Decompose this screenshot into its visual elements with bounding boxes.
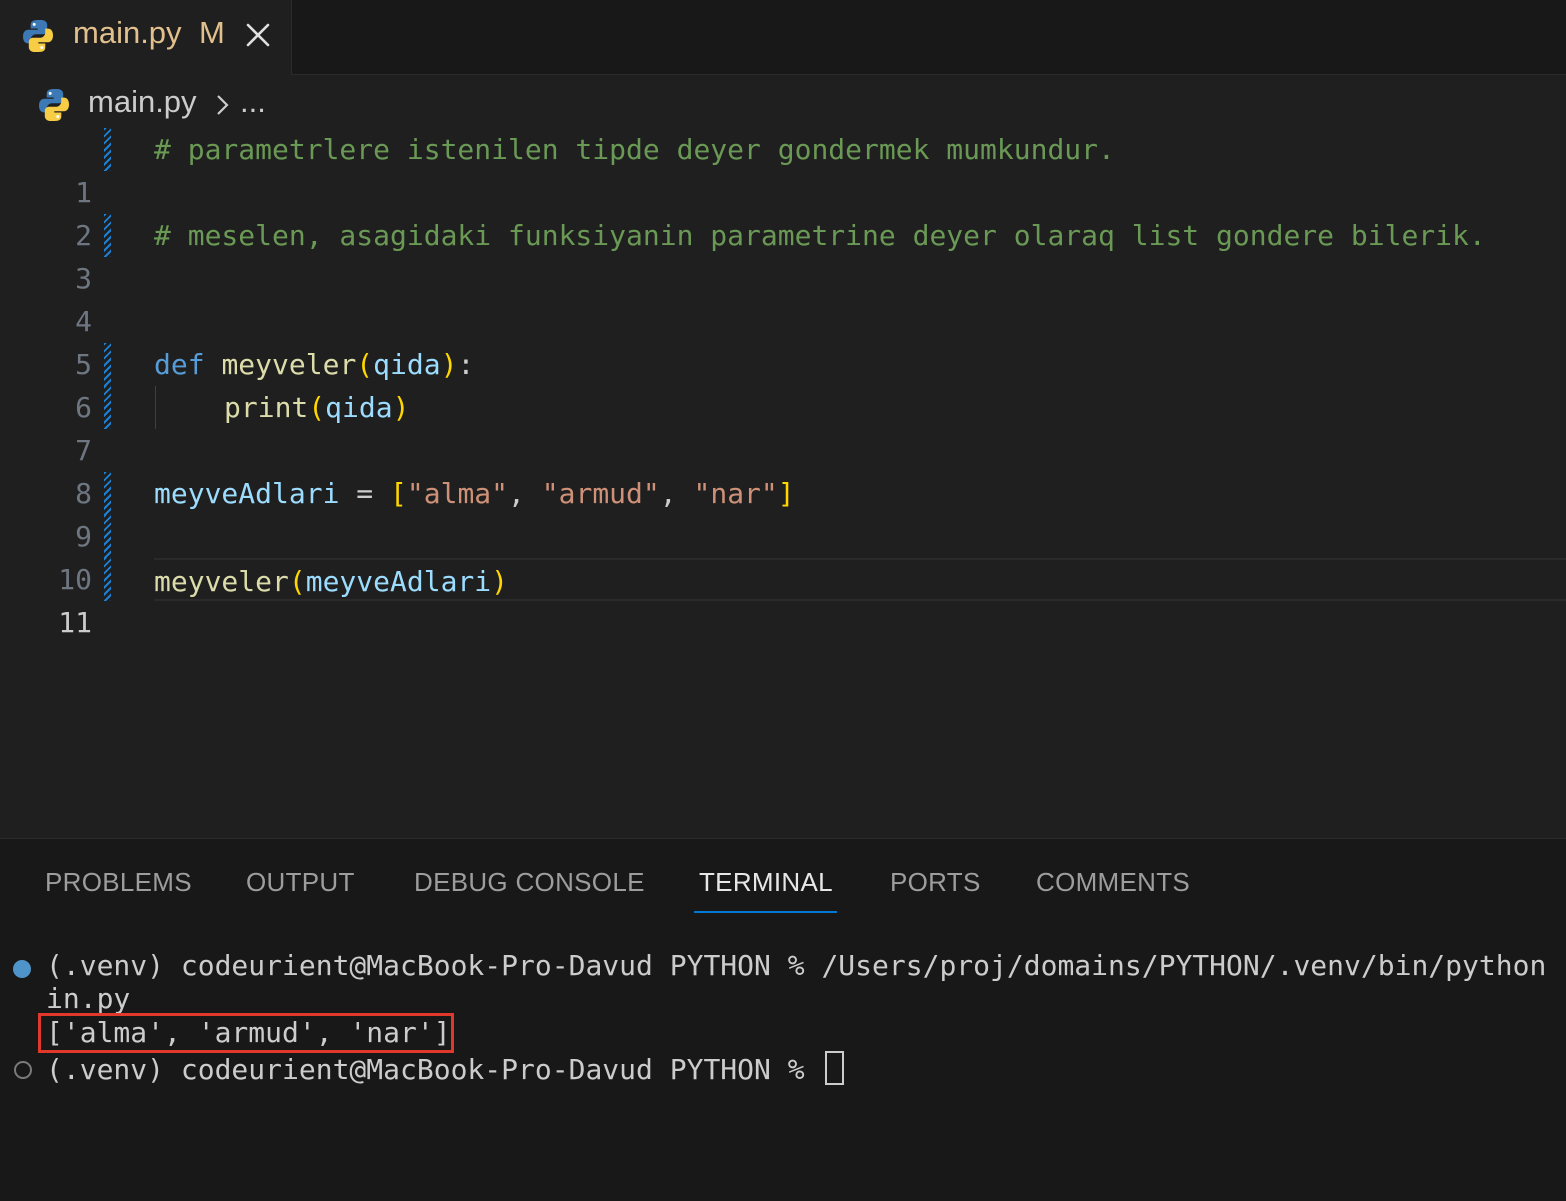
variable: meyveAdlari <box>305 565 492 598</box>
code-line: 6 def meyveler(qida): <box>0 343 1566 424</box>
active-tab-indicator <box>694 911 837 913</box>
command-pending-icon[interactable] <box>14 1061 32 1079</box>
code-line: 8 <box>0 429 1566 510</box>
string: "nar" <box>693 477 778 510</box>
code-line: 5 <box>0 300 1566 381</box>
terminal-command-line: (.venv) codeurient@MacBook-Pro-Davud PYT… <box>46 949 1547 982</box>
keyword: def <box>154 348 205 381</box>
python-file-icon <box>20 18 56 54</box>
tab-debug-console[interactable]: DEBUG CONSOLE <box>414 867 645 898</box>
code-line: 4 <box>0 257 1566 338</box>
code-editor[interactable]: 1 # parametrlere istenilen tipde deyer g… <box>0 128 1566 838</box>
git-change-marker <box>104 128 111 171</box>
line-number: 11 <box>58 606 92 639</box>
code-line: 3 # meselen, asagidaki funksiyanin param… <box>0 214 1566 295</box>
terminal-prompt: (.venv) codeurient@MacBook-Pro-Davud PYT… <box>46 1053 822 1086</box>
git-change-marker <box>104 214 111 257</box>
code-line: 9 meyveAdlari = ["alma", "armud", "nar"] <box>0 472 1566 553</box>
git-change-marker <box>104 386 111 429</box>
git-change-marker <box>104 558 111 601</box>
comment: # parametrlere istenilen tipde deyer gon… <box>154 133 1115 166</box>
output-highlight-box <box>38 1013 454 1053</box>
function-name: meyveler <box>154 565 289 598</box>
function-name: meyveler <box>221 348 357 381</box>
function-name: print <box>224 391 309 424</box>
code-line: 7 print(qida) <box>0 386 1566 467</box>
tab-ports[interactable]: PORTS <box>890 867 981 898</box>
breadcrumb-symbols[interactable]: ... <box>240 84 266 120</box>
terminal-cursor <box>825 1051 845 1085</box>
current-code-line: 11 meyveler(meyveAdlari) <box>0 558 1566 639</box>
bottom-panel: PROBLEMS OUTPUT DEBUG CONSOLE TERMINAL P… <box>0 838 1566 1201</box>
git-change-marker <box>104 343 111 386</box>
code-line: 10 <box>0 515 1566 596</box>
chevron-right-icon <box>217 95 229 115</box>
tab-label: main.py <box>73 15 182 50</box>
code-line: 1 # parametrlere istenilen tipde deyer g… <box>0 128 1566 209</box>
tab-comments[interactable]: COMMENTS <box>1036 867 1190 898</box>
tab-main-py[interactable]: main.py M <box>0 0 292 75</box>
breadcrumb-file[interactable]: main.py <box>88 84 197 120</box>
terminal-prompt-line: (.venv) codeurient@MacBook-Pro-Davud PYT… <box>46 1051 845 1087</box>
parameter: qida <box>373 348 441 381</box>
parameter: qida <box>325 391 393 424</box>
python-file-icon <box>36 87 72 123</box>
tab-output[interactable]: OUTPUT <box>246 867 355 898</box>
editor-tab-bar: main.py M <box>0 0 1566 75</box>
git-change-marker <box>104 472 111 515</box>
string: "alma" <box>406 477 509 510</box>
tab-problems[interactable]: PROBLEMS <box>45 867 192 898</box>
close-icon[interactable] <box>243 20 273 50</box>
terminal-command-wrap: in.py <box>46 982 131 1015</box>
code-line: 2 <box>0 171 1566 252</box>
git-change-marker <box>104 515 111 558</box>
comment: # meselen, asagidaki funksiyanin paramet… <box>154 219 1486 252</box>
variable: meyveAdlari <box>154 477 340 510</box>
string: "armud" <box>541 477 660 510</box>
modified-badge: M <box>199 15 225 50</box>
tab-terminal[interactable]: TERMINAL <box>699 867 833 898</box>
indent-guide <box>155 386 156 429</box>
command-success-icon[interactable] <box>13 960 31 978</box>
